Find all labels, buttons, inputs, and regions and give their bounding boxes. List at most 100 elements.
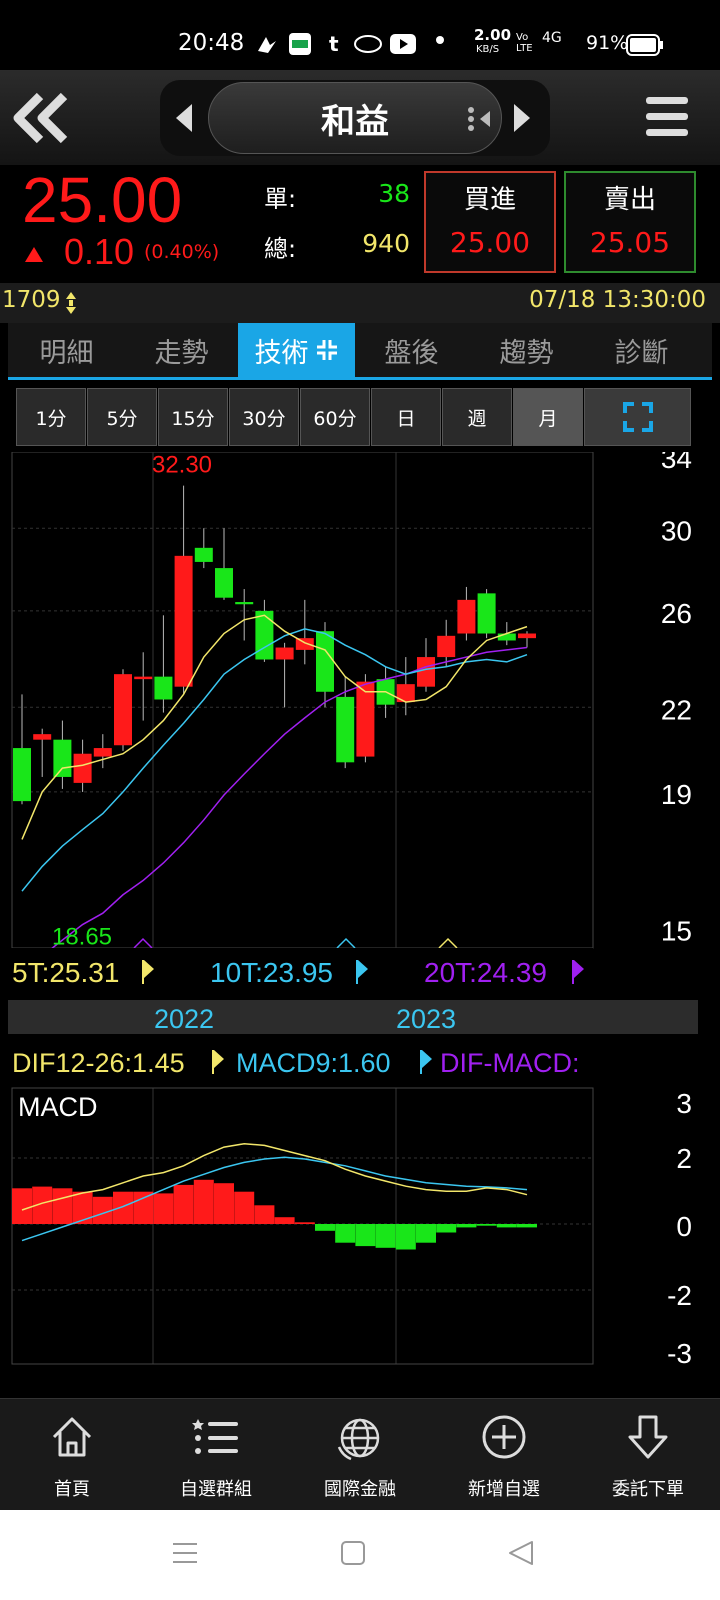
candle-body [235, 602, 254, 605]
nav-label: 新增自選 [468, 1479, 540, 1500]
tab-details[interactable]: 明細 [8, 323, 125, 377]
candle-body [174, 555, 193, 687]
period-30min-button[interactable]: 30分 [229, 388, 299, 446]
fullscreen-button[interactable] [584, 388, 691, 446]
candle-body [477, 593, 496, 634]
period-week-button[interactable]: 週 [442, 388, 512, 446]
total-volume-value: 940 [362, 229, 410, 258]
macd-axis-tick: -3 [667, 1338, 692, 1369]
macd-axis-tick: -2 [667, 1280, 692, 1311]
volte-indicator: Vo LTE [516, 32, 533, 54]
tab-label: 走勢 [154, 337, 209, 369]
nav-place-order[interactable]: 委託下單 [576, 1399, 720, 1511]
signal-indicator: 4G [542, 30, 562, 46]
clock: 20:48 [178, 30, 245, 56]
candle-body [497, 633, 516, 641]
menu-icon[interactable] [644, 94, 690, 140]
macd-histogram-bar [72, 1191, 93, 1224]
period-label: 週 [467, 407, 487, 430]
tab-label: 明細 [39, 337, 94, 369]
status-bar: 20:48 t 2.00 KB/S Vo LTE 4G 91% [0, 0, 720, 70]
globe-icon [337, 1418, 380, 1461]
home-icon [52, 1417, 92, 1457]
nav-label: 自選群組 [180, 1479, 252, 1500]
candle-body [316, 631, 334, 692]
period-5min-button[interactable]: 5分 [87, 388, 157, 446]
notification-dot-icon [436, 36, 444, 44]
year-bar [8, 1000, 698, 1034]
back-icon[interactable] [10, 88, 70, 148]
nav-label: 委託下單 [612, 1479, 684, 1500]
price-axis-tick: 22 [661, 694, 692, 725]
fullscreen-icon [622, 402, 653, 432]
prev-stock-icon[interactable] [172, 102, 196, 134]
period-label: 15分 [171, 407, 215, 430]
title-bar: 和益 [0, 70, 720, 165]
stock-name-pill[interactable]: 和益 [208, 82, 502, 154]
next-stock-icon[interactable] [510, 102, 534, 134]
nav-home[interactable]: 首頁 [0, 1399, 144, 1511]
ma10-legend: 10T:23.95 [210, 957, 333, 988]
tab-label: 盤後 [384, 337, 439, 369]
nav-add-watchlist[interactable]: 新增自選 [432, 1399, 576, 1511]
list-icon [192, 1419, 238, 1454]
quote-panel: 25.00 0.10 (0.40%) 單: 38 總: 940 買進 25.00… [0, 164, 720, 283]
macd-histogram-bar [355, 1224, 376, 1247]
candle-body [215, 568, 233, 598]
macd-histogram-bar [254, 1205, 275, 1224]
tab-trend[interactable]: 走勢 [123, 323, 240, 377]
nav-watchlist-groups[interactable]: 自選群組 [144, 1399, 288, 1511]
macd-axis-tick: 2 [676, 1143, 692, 1174]
macd-histogram-bar [416, 1224, 436, 1243]
price-axis-tick: 15 [661, 915, 692, 946]
macd-histogram-bar [234, 1191, 255, 1224]
period-month-button[interactable]: 月 [513, 388, 583, 446]
price-axis-tick: 19 [661, 779, 692, 810]
total-volume-label: 總: [264, 235, 297, 263]
technical-chart[interactable]: 34 30 26 22 19 15 32.30 18.65 5T:25.31 10T:23.95 2… [8, 443, 714, 1392]
period-1min-button[interactable]: 1分 [16, 388, 86, 446]
recent-apps-icon[interactable] [172, 1540, 198, 1566]
order-arrow-icon [628, 1415, 668, 1459]
macd-histogram-bar [395, 1224, 416, 1250]
notification-t-icon: t [329, 32, 339, 56]
sort-arrows-icon[interactable] [64, 291, 78, 315]
candle-body [134, 676, 153, 680]
price-axis-tick: 26 [661, 598, 692, 629]
drag-handle-icon[interactable] [466, 106, 492, 132]
period-label: 30分 [242, 407, 286, 430]
period-60min-button[interactable]: 60分 [300, 388, 370, 446]
buy-button[interactable]: 買進 25.00 [424, 171, 556, 273]
min-price-label: 18.65 [52, 923, 112, 950]
back-button-icon[interactable] [508, 1540, 534, 1566]
info-bar: 1709 07/18 13:30:00 [0, 283, 720, 323]
battery-percent: 91% [586, 32, 629, 54]
macd-histogram-bar [193, 1179, 214, 1224]
ma20-legend: 20T:24.39 [424, 957, 547, 988]
candle-body [114, 674, 132, 746]
tab-diagnosis[interactable]: 診斷 [583, 323, 700, 377]
price-change: 0.10 [64, 231, 135, 272]
notification-skis-icon [354, 35, 382, 53]
period-15min-button[interactable]: 15分 [158, 388, 228, 446]
buy-price: 25.00 [449, 226, 531, 259]
ma5-legend: 5T:25.31 [12, 957, 119, 988]
macd-histogram-bar [133, 1191, 154, 1224]
tab-technical[interactable]: 技術 [238, 323, 355, 377]
collapse-icon [316, 340, 337, 360]
dif-macd-legend: DIF-MACD: [440, 1048, 579, 1078]
sell-button[interactable]: 賣出 25.05 [564, 171, 696, 273]
macd-histogram-bar [517, 1224, 537, 1228]
tab-label: 趨勢 [499, 337, 554, 369]
net-speed-unit: KB/S [476, 44, 500, 55]
tab-after-hours[interactable]: 盤後 [353, 323, 470, 377]
candle-body [154, 676, 173, 700]
tab-tendency[interactable]: 趨勢 [468, 323, 585, 377]
home-button-icon[interactable] [340, 1540, 366, 1566]
macd-histogram-bar [315, 1224, 335, 1231]
dif-legend-marker [212, 1050, 224, 1074]
nav-international[interactable]: 國際金融 [288, 1399, 432, 1511]
stock-code: 1709 [2, 287, 61, 313]
buy-label: 買進 [463, 185, 516, 215]
period-day-button[interactable]: 日 [371, 388, 441, 446]
